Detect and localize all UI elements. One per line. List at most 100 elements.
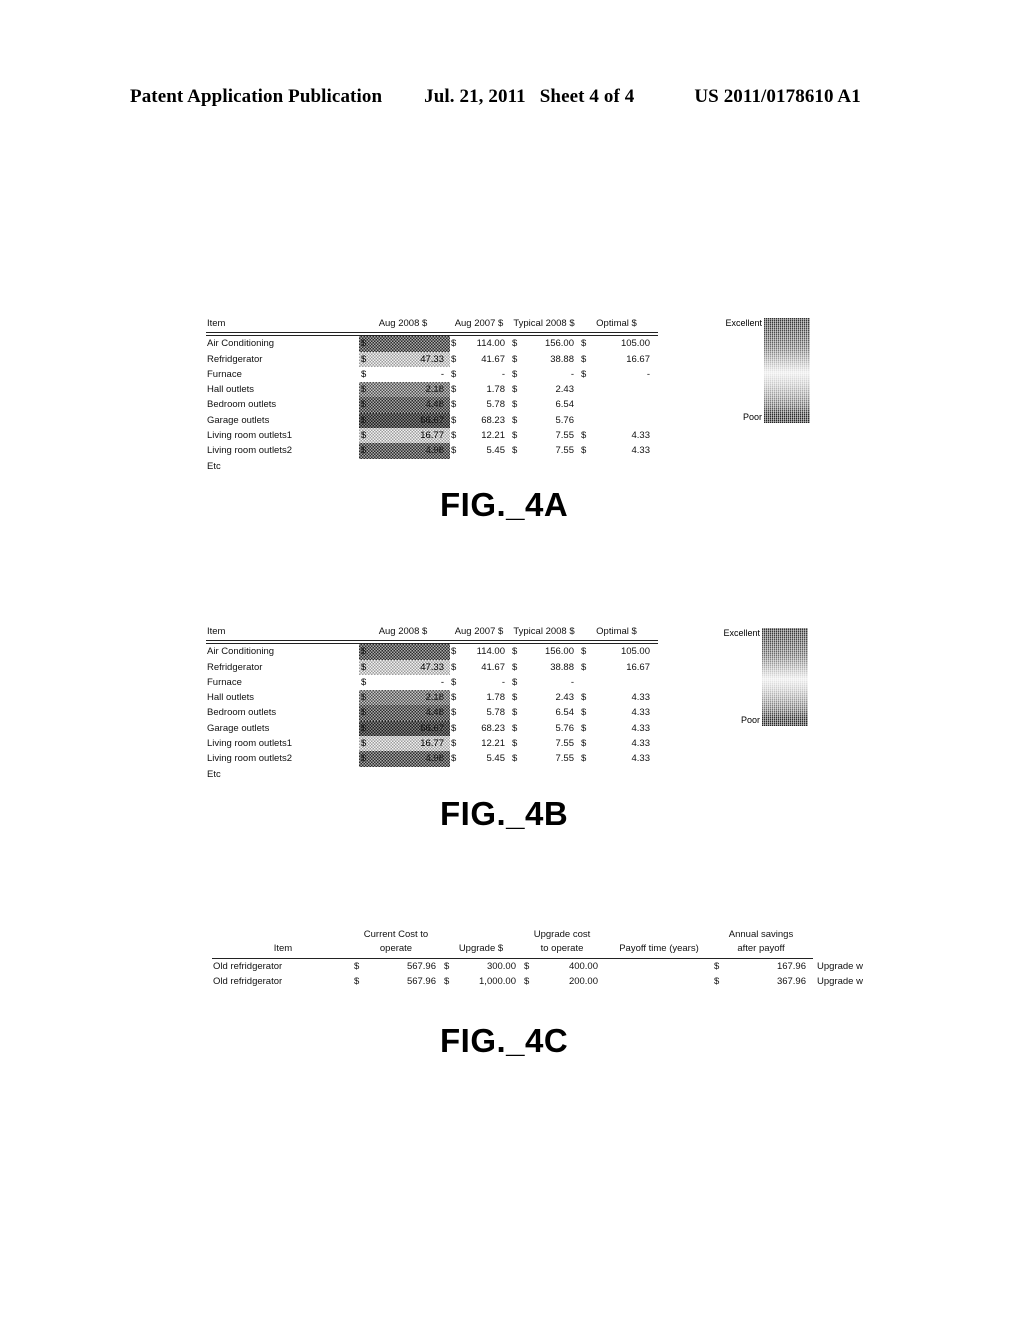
row-label: Living room outlets2: [207, 753, 293, 765]
table-row: Old refridgerator $567.96 $1,000.00 $200…: [212, 974, 877, 989]
cell-value: 114.00: [476, 646, 505, 658]
currency-symbol: $: [451, 707, 457, 719]
cell-value: 4.33: [631, 722, 651, 734]
row-label: Etc: [207, 460, 221, 472]
column-header-note-line1: [813, 928, 877, 942]
cell-value: 400.00: [568, 961, 598, 972]
cell-note: Upgrade w: [817, 961, 863, 972]
cell-value: 16.67: [626, 353, 650, 365]
cell-optimal: $4.33: [580, 751, 658, 766]
currency-symbol: $: [512, 399, 518, 411]
column-header-typical: Typical 2008 $: [513, 626, 575, 637]
currency-symbol: $: [361, 722, 367, 734]
row-spacer: [347, 352, 359, 367]
currency-symbol: $: [512, 738, 518, 750]
row-label: Garage outlets: [207, 722, 270, 734]
cell-optimal: $4.33: [580, 736, 658, 751]
cell-value: 5.45: [486, 445, 506, 457]
table-row: Bedroom outlets $ 4.48 $5.78 $6.54: [206, 397, 658, 413]
cell-aug2007: $12.21: [450, 736, 511, 751]
cell-value: 156.00: [544, 338, 574, 350]
cell-value: 6.54: [555, 399, 575, 411]
cell-aug2008: $ -: [359, 367, 450, 382]
cell-aug2008: $ 4.48: [359, 705, 450, 721]
cell-aug2007: $1.78: [450, 382, 511, 397]
cell-value: 16.77: [420, 430, 444, 442]
cell-optimal: [580, 382, 658, 397]
currency-symbol: $: [581, 707, 587, 719]
currency-symbol: $: [512, 384, 518, 396]
legend-top-label: Excellent: [725, 318, 762, 328]
table-row: Living room outlets2 $ 4.98 $5.45 $7.55 …: [206, 751, 658, 767]
column-header-spacer: [347, 316, 359, 333]
currency-symbol: $: [581, 722, 587, 734]
column-header-upgrade: Upgrade $: [458, 943, 504, 954]
column-header-payoff-time: Payoff time (years): [619, 943, 699, 954]
row-spacer: [347, 336, 359, 352]
figure-caption-4a: FIG._4A: [440, 486, 569, 523]
cell-value: 16.67: [626, 661, 650, 673]
row-label: Air Conditioning: [207, 338, 275, 350]
cell-typical: $2.43: [511, 690, 580, 705]
table-row: Garage outlets $ 66.67 $68.23 $5.76: [206, 412, 658, 429]
row-spacer: [347, 736, 359, 751]
cell-typical: $6.54: [511, 397, 580, 412]
row-spacer: [347, 413, 359, 428]
cell-value: -: [440, 368, 444, 380]
cell-value: 4.98: [425, 753, 445, 765]
table-row: Hall outlets $ 2.18 $1.78 $2.43 $4.33: [206, 690, 658, 706]
currency-symbol: $: [451, 661, 457, 673]
cell-value: 16.77: [420, 738, 444, 750]
currency-symbol: $: [512, 338, 518, 350]
cell-value: 7.55: [555, 738, 575, 750]
column-header-aug2007: Aug 2007 $: [454, 318, 504, 329]
column-header-upgrade-cost: to operate: [540, 943, 584, 954]
figure-4b: Item Aug 2008 $ Aug 2007 $ Typical 2008 …: [206, 624, 658, 782]
cell-aug2008: [359, 767, 450, 782]
cell-value: 2.43: [555, 384, 575, 396]
row-label: Furnace: [207, 676, 242, 688]
legend-labels: Excellent Poor: [716, 628, 762, 726]
cell-typical: $ -: [511, 367, 580, 382]
currency-symbol: $: [451, 722, 457, 734]
cell-aug2007: $114.00: [450, 644, 511, 660]
table-row: Furnace $ - $ - $ -: [206, 675, 658, 690]
currency-symbol: $: [512, 661, 518, 673]
currency-symbol: $: [512, 722, 518, 734]
cell-value: 367.96: [776, 976, 806, 988]
publication-date: Jul. 21, 2011: [424, 86, 526, 107]
cell-value: 5.45: [486, 753, 506, 765]
cell-value: 300.00: [486, 961, 516, 972]
figure-4a: Item Aug 2008 $ Aug 2007 $ Typical 2008 …: [206, 316, 658, 474]
cell-aug2007: $5.78: [450, 705, 511, 720]
currency-symbol: $: [581, 430, 587, 442]
cell-payoff-time: [605, 974, 713, 989]
row-spacer: [347, 690, 359, 705]
cell-aug2007: $114.00: [450, 336, 511, 352]
cell-typical: $38.88: [511, 352, 580, 367]
currency-symbol: $: [451, 399, 457, 411]
row-spacer: [347, 721, 359, 736]
row-spacer: [347, 751, 359, 766]
currency-symbol: $: [451, 353, 457, 365]
cell-value: 4.33: [631, 430, 651, 442]
cell-typical: $5.76: [511, 721, 580, 736]
cell-value: 4.33: [631, 707, 651, 719]
row-label: Air Conditioning: [207, 646, 275, 658]
cell-optimal: [580, 397, 658, 412]
cell-optimal: $4.33: [580, 690, 658, 705]
row-spacer: [347, 367, 359, 382]
cell-aug2008: [359, 459, 450, 474]
cell-value: -: [440, 676, 444, 688]
table-row: Refridgerator $ 47.33 $41.67 $38.88 $16.…: [206, 659, 658, 675]
cell-upgrade-cost: $1,000.00: [443, 974, 523, 989]
cell-value: 6.54: [555, 707, 575, 719]
row-spacer: [347, 443, 359, 458]
cell-value: 4.33: [631, 753, 651, 765]
currency-symbol: $: [451, 445, 457, 457]
currency-symbol: $: [451, 692, 457, 704]
currency-symbol: $: [451, 676, 457, 688]
column-header-current-cost: operate: [379, 943, 413, 954]
table-header-row-line1: Current Cost to Upgrade cost Annual savi…: [212, 928, 877, 942]
cell-value: 5.78: [486, 707, 506, 719]
